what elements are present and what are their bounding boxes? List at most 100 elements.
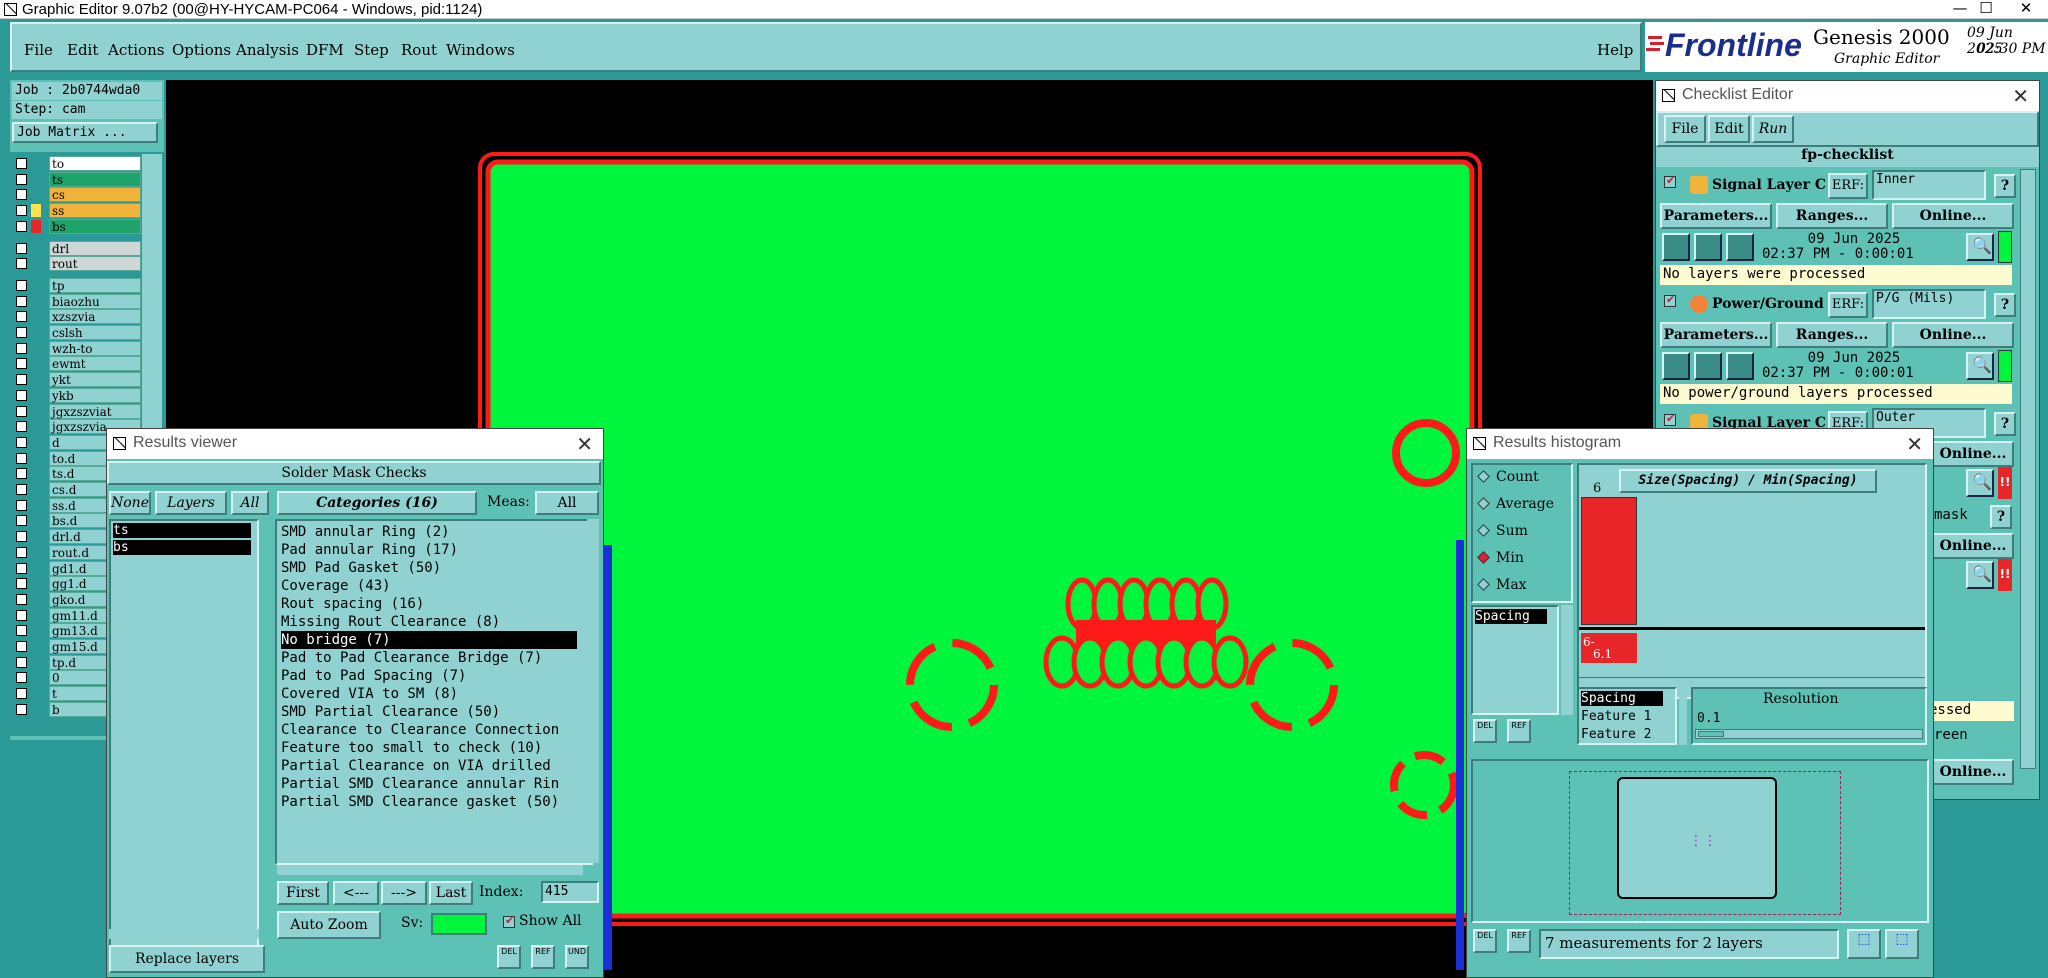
layer-name[interactable]: cs xyxy=(49,187,141,203)
layer-checkbox[interactable] xyxy=(16,311,27,323)
layer-name[interactable]: bs xyxy=(49,218,141,234)
histogram-close-icon[interactable]: ✕ xyxy=(1906,432,1923,457)
category-item[interactable]: Partial SMD Clearance annular Rin xyxy=(281,775,577,793)
layer-name[interactable]: wzh-to xyxy=(49,340,141,356)
mode-max-radio[interactable]: Max xyxy=(1477,577,1527,593)
category-item[interactable]: Partial Clearance on VIA drilled xyxy=(281,757,577,775)
online-button[interactable]: Online... xyxy=(1892,322,2014,348)
last-button[interactable]: Last xyxy=(429,881,473,905)
checklist-close-icon[interactable]: ✕ xyxy=(2012,84,2029,109)
measurement-list[interactable]: Spacing xyxy=(1471,605,1559,715)
help-button[interactable]: ? xyxy=(1994,174,2016,198)
layer-checkbox[interactable] xyxy=(16,484,27,495)
checklist-menu-run[interactable]: Run xyxy=(1752,115,1794,143)
index-input[interactable]: 415 xyxy=(541,881,599,903)
checklist-vscroll[interactable] xyxy=(2020,169,2036,769)
layer-name[interactable]: biaozhu xyxy=(49,293,141,309)
replace-layers-select[interactable]: Replace layers xyxy=(109,945,265,973)
layer-checkbox[interactable] xyxy=(16,189,27,201)
run-stop-icon[interactable] xyxy=(1726,233,1754,261)
layer-checkbox[interactable] xyxy=(16,703,27,715)
layers-button[interactable]: Layers xyxy=(155,491,227,515)
category-item[interactable]: SMD Pad Gasket (50) xyxy=(281,559,577,577)
layer-row[interactable]: cs xyxy=(13,187,141,203)
category-item[interactable]: Rout spacing (16) xyxy=(281,595,577,613)
layer-row[interactable]: ykb xyxy=(13,387,141,403)
layer-checkbox[interactable] xyxy=(16,173,27,185)
layer-checkbox[interactable] xyxy=(16,421,27,433)
online-button[interactable]: Online... xyxy=(1892,203,2014,229)
layer-checkbox[interactable] xyxy=(16,258,27,270)
layer-checkbox[interactable] xyxy=(16,242,27,254)
parameters-button[interactable]: Parameters... xyxy=(1660,322,1772,348)
checklist-menu-edit[interactable]: Edit xyxy=(1708,115,1750,143)
hist-del-button[interactable]: DEL xyxy=(1473,719,1497,743)
layer-row[interactable]: rout xyxy=(13,256,141,272)
help-button[interactable]: ? xyxy=(1994,293,2016,317)
menu-dfm[interactable]: DFM xyxy=(306,41,344,59)
run-icon[interactable] xyxy=(1662,233,1690,261)
category-item[interactable]: Feature too small to check (10) xyxy=(281,739,577,757)
ranges-button[interactable]: Ranges... xyxy=(1776,322,1888,348)
layer-row[interactable]: to xyxy=(13,156,141,171)
show-all-checkbox[interactable]: ✔ xyxy=(503,914,515,928)
del-button[interactable]: DEL xyxy=(497,945,521,969)
layer-checkbox[interactable] xyxy=(16,562,27,574)
all-button[interactable]: All xyxy=(231,491,269,515)
layer-row[interactable]: wzh-to xyxy=(13,340,141,356)
layer-checkbox[interactable] xyxy=(16,279,27,291)
mode-sum-radio[interactable]: Sum xyxy=(1477,523,1528,539)
layer-row[interactable]: ss xyxy=(13,203,141,219)
help-button[interactable]: ? xyxy=(1990,505,2012,529)
hist-ref-button[interactable]: REF xyxy=(1507,719,1531,743)
layer-name[interactable]: jgxzszviat xyxy=(49,403,141,419)
run-show-icon[interactable] xyxy=(1694,352,1722,380)
run-show-icon[interactable] xyxy=(1694,233,1722,261)
option-feature1[interactable]: Feature 1 xyxy=(1581,709,1651,724)
layer-checkbox[interactable] xyxy=(16,452,27,464)
erf-button[interactable]: ERF: xyxy=(1828,173,1868,199)
layer-name[interactable]: xzszvia xyxy=(49,309,141,325)
measurement-item[interactable]: Spacing xyxy=(1475,609,1547,624)
options-vscroll[interactable] xyxy=(1679,687,1687,745)
job-matrix-button[interactable]: Job Matrix ... xyxy=(12,122,158,143)
layer-row[interactable]: ts xyxy=(13,171,141,187)
parameters-button[interactable]: Parameters... xyxy=(1660,203,1772,229)
run-stop-icon[interactable] xyxy=(1726,352,1754,380)
layer-row[interactable]: xzszvia xyxy=(13,309,141,325)
categories-hscroll[interactable] xyxy=(277,865,583,875)
zoom-icon[interactable]: 🔍 xyxy=(1966,352,1994,380)
prev-button[interactable]: <--- xyxy=(333,881,379,905)
result-layer-item[interactable]: ts xyxy=(113,523,251,538)
layer-name[interactable]: ss xyxy=(49,203,141,219)
checklist-menu-file[interactable]: File xyxy=(1664,115,1706,143)
menu-help[interactable]: Help xyxy=(1597,41,1633,59)
layer-checkbox[interactable] xyxy=(16,672,27,684)
zoom-icon[interactable]: 🔍 xyxy=(1966,233,1994,261)
online-button[interactable]: Online... xyxy=(1932,759,2014,785)
undo-button[interactable]: UND xyxy=(565,945,589,969)
layer-row[interactable]: jgxzszviat xyxy=(13,403,141,419)
layer-checkbox[interactable] xyxy=(16,578,27,590)
layer-name[interactable]: tp xyxy=(49,277,141,293)
menu-windows[interactable]: Windows xyxy=(446,41,515,59)
zoom-icon[interactable]: 🔍 xyxy=(1966,561,1994,589)
menu-step[interactable]: Step xyxy=(354,41,389,59)
help-button[interactable]: ? xyxy=(1994,412,2016,436)
export-icon[interactable]: ⬚ xyxy=(1847,929,1881,959)
category-item[interactable]: Covered VIA to SM (8) xyxy=(281,685,577,703)
layer-row[interactable]: drl xyxy=(13,240,141,256)
sv-color-select[interactable] xyxy=(431,913,487,935)
none-button[interactable]: None xyxy=(109,491,151,515)
zoom-icon[interactable]: 🔍 xyxy=(1966,469,1994,497)
layer-name[interactable]: rout xyxy=(49,256,141,272)
layer-checkbox[interactable] xyxy=(16,158,27,169)
layer-checkbox[interactable] xyxy=(16,220,27,232)
ranges-button[interactable]: Ranges... xyxy=(1776,203,1888,229)
layer-checkbox[interactable] xyxy=(16,205,27,217)
check-item-checkbox[interactable]: ✔ xyxy=(1664,412,1676,426)
category-item[interactable]: Pad annular Ring (17) xyxy=(281,541,577,559)
category-item[interactable]: Coverage (43) xyxy=(281,577,577,595)
layer-checkbox[interactable] xyxy=(16,295,27,307)
menu-actions[interactable]: Actions xyxy=(108,41,164,59)
